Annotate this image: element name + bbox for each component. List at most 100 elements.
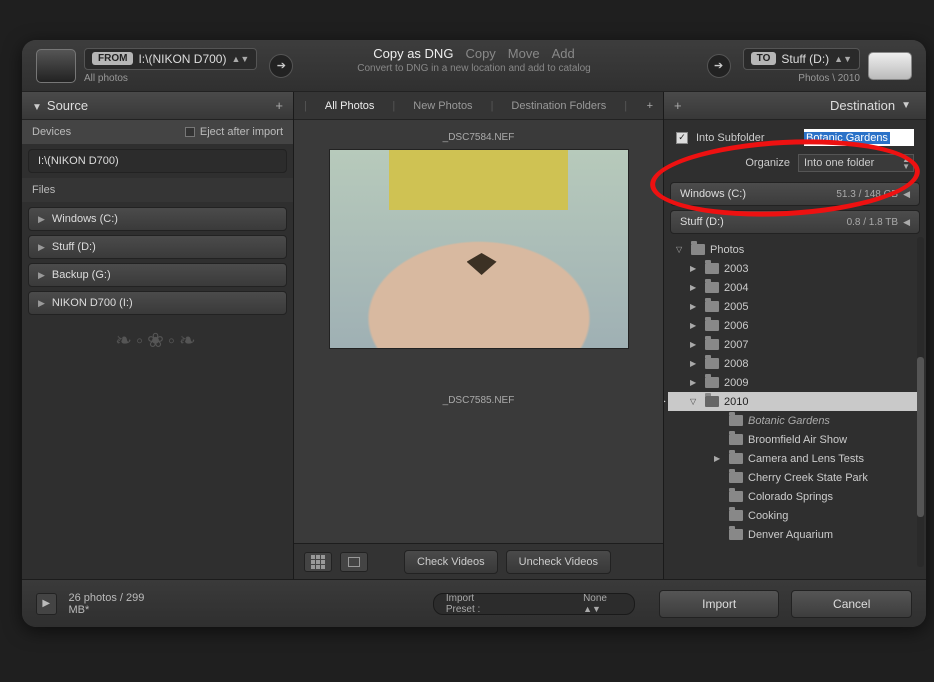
scrollbar[interactable] [917,237,924,567]
folder-icon [691,244,705,255]
disclosure-icon[interactable]: ▽ [690,397,700,406]
source-panel-head[interactable]: ▼Source + [22,92,293,120]
from-badge: FROM [92,52,133,65]
thumb-filename: _DSC7584.NEF [443,132,515,143]
folder-label: Broomfield Air Show [748,434,847,446]
updown-icon: ▲▼ [583,604,601,614]
folder-label: 2010 [724,396,748,408]
updown-icon: ▲▼ [834,54,852,64]
tree-row[interactable]: ▶ 2003 [668,259,922,278]
from-path: I:\(NIKON D700) [138,52,226,66]
folder-icon [729,453,743,464]
add-source-icon[interactable]: + [275,98,283,113]
tree-row[interactable]: ▽Photos [668,240,922,259]
drive-row[interactable]: Stuff (D:)0.8 / 1.8 TB◀ [670,210,920,234]
disclosure-icon[interactable]: ▶ [714,454,724,463]
tree-row[interactable]: Colorado Springs [668,487,922,506]
chevron-icon: ◀ [903,217,910,228]
folder-icon [705,339,719,350]
chevron-right-icon: ▶ [38,242,45,253]
add-destination-icon[interactable]: + [674,98,682,113]
add-tab-icon[interactable]: + [647,100,653,112]
thumbnail[interactable] [329,149,629,349]
devices-label: Devices [32,126,71,138]
device-row[interactable]: I:\(NIKON D700) [28,149,287,173]
folder-label: 2003 [724,263,748,275]
cancel-button[interactable]: Cancel [791,590,912,618]
files-label: Files [22,178,293,202]
tree-row[interactable]: ▶2008 [668,354,922,373]
volume-row[interactable]: ▶NIKON D700 (I:) [28,291,287,315]
grid-view-button[interactable] [304,552,332,572]
play-button[interactable]: ▶ [36,593,57,615]
organize-select[interactable]: Into one folder ▲▼ [798,154,914,172]
uncheck-videos-button[interactable]: Uncheck Videos [506,550,611,574]
tree-row[interactable]: Denver Aquarium [668,525,922,544]
thumbnail-grid[interactable]: _DSC7584.NEF _DSC7585.NEF [294,120,663,543]
organize-label: Organize [745,157,790,169]
tree-row[interactable]: ▶ 2004 [668,278,922,297]
from-picker[interactable]: FROM I:\(NIKON D700) ▲▼ [84,48,257,70]
folder-icon [705,358,719,369]
disclosure-icon[interactable]: ▶ [690,283,700,292]
folder-tree[interactable]: ▽Photos▶2003▶2004▶2005▶2006▶2007▶2008▶20… [664,238,926,579]
subfolder-input[interactable]: Botanic Gardens [804,129,914,146]
mode-copy[interactable]: Copy [465,46,495,61]
tree-row[interactable]: ▶2006 [668,316,922,335]
into-subfolder-label: Into Subfolder [696,132,765,144]
mode-switcher: Copy as DNG Copy Move Add Convert to DNG… [357,46,590,74]
tree-row[interactable]: Broomfield Air Show [668,430,922,449]
disclosure-icon[interactable]: ▶ [690,359,700,368]
mode-copy-as-dng[interactable]: Copy as DNG [373,46,453,61]
folder-label: 2004 [724,282,748,294]
drive-row[interactable]: Windows (C:)51.3 / 148 GB◀ [670,182,920,206]
folder-icon [705,263,719,274]
tree-row[interactable]: ▶Camera and Lens Tests [668,449,922,468]
tree-row[interactable]: Cooking [668,506,922,525]
import-preset-picker[interactable]: Import Preset : None ▲▼ [433,593,635,615]
disclosure-icon[interactable]: ▶ [690,264,700,273]
folder-icon [705,282,719,293]
tree-row[interactable]: ▶2007 [668,335,922,354]
folder-label: 2009 [724,377,748,389]
single-view-button[interactable] [340,552,368,572]
disclosure-icon[interactable]: ▶ [690,378,700,387]
disclosure-icon[interactable]: ▶ [690,340,700,349]
destination-title: Destination [830,98,895,113]
from-group: FROM I:\(NIKON D700) ▲▼ All photos [36,48,257,84]
disclosure-icon[interactable]: ▽ [676,245,686,254]
dialog-header: FROM I:\(NIKON D700) ▲▼ All photos ➔ Cop… [22,40,926,92]
volume-row[interactable]: ▶Stuff (D:) [28,235,287,259]
to-picker[interactable]: TO Stuff (D:) ▲▼ [743,48,860,70]
tree-row[interactable]: ▶2005 [668,297,922,316]
mode-move[interactable]: Move [508,46,540,61]
into-subfolder-checkbox[interactable]: ✓ [676,132,688,144]
source-title: Source [47,98,88,113]
tab-destination-folders[interactable]: Destination Folders [503,97,614,115]
ornament-icon: ❧◦❀◦❧ [22,320,293,361]
disclosure-icon[interactable]: ▶ [690,302,700,311]
updown-icon: ▲▼ [902,156,910,170]
preview-tabs: | All Photos | New Photos | Destination … [294,92,663,120]
import-dialog: FROM I:\(NIKON D700) ▲▼ All photos ➔ Cop… [22,40,926,627]
tab-all-photos[interactable]: All Photos [317,97,383,115]
volume-row[interactable]: ▶Windows (C:) [28,207,287,231]
tree-row[interactable]: Botanic Gardens [668,411,922,430]
tree-row[interactable]: ▶ 2009 [668,373,922,392]
check-videos-button[interactable]: Check Videos [404,550,498,574]
tab-new-photos[interactable]: New Photos [405,97,480,115]
folder-icon [729,434,743,445]
disclosure-icon[interactable]: ▶ [690,321,700,330]
source-panel: ▼Source + Devices Eject after import I:\… [22,92,294,579]
mode-add[interactable]: Add [552,46,575,61]
destination-panel-head[interactable]: + Destination ▼ [664,92,926,120]
tree-row[interactable]: Cherry Creek State Park [668,468,922,487]
to-badge: TO [751,52,777,65]
drive-icon [868,52,912,80]
tree-row[interactable]: ▶▽2010 [668,392,922,411]
to-group: ➔ TO Stuff (D:) ▲▼ Photos \ 2010 [703,48,912,84]
import-button[interactable]: Import [659,590,780,618]
volume-row[interactable]: ▶Backup (G:) [28,263,287,287]
eject-checkbox[interactable] [185,127,195,137]
preset-label: Import Preset : [446,593,503,615]
